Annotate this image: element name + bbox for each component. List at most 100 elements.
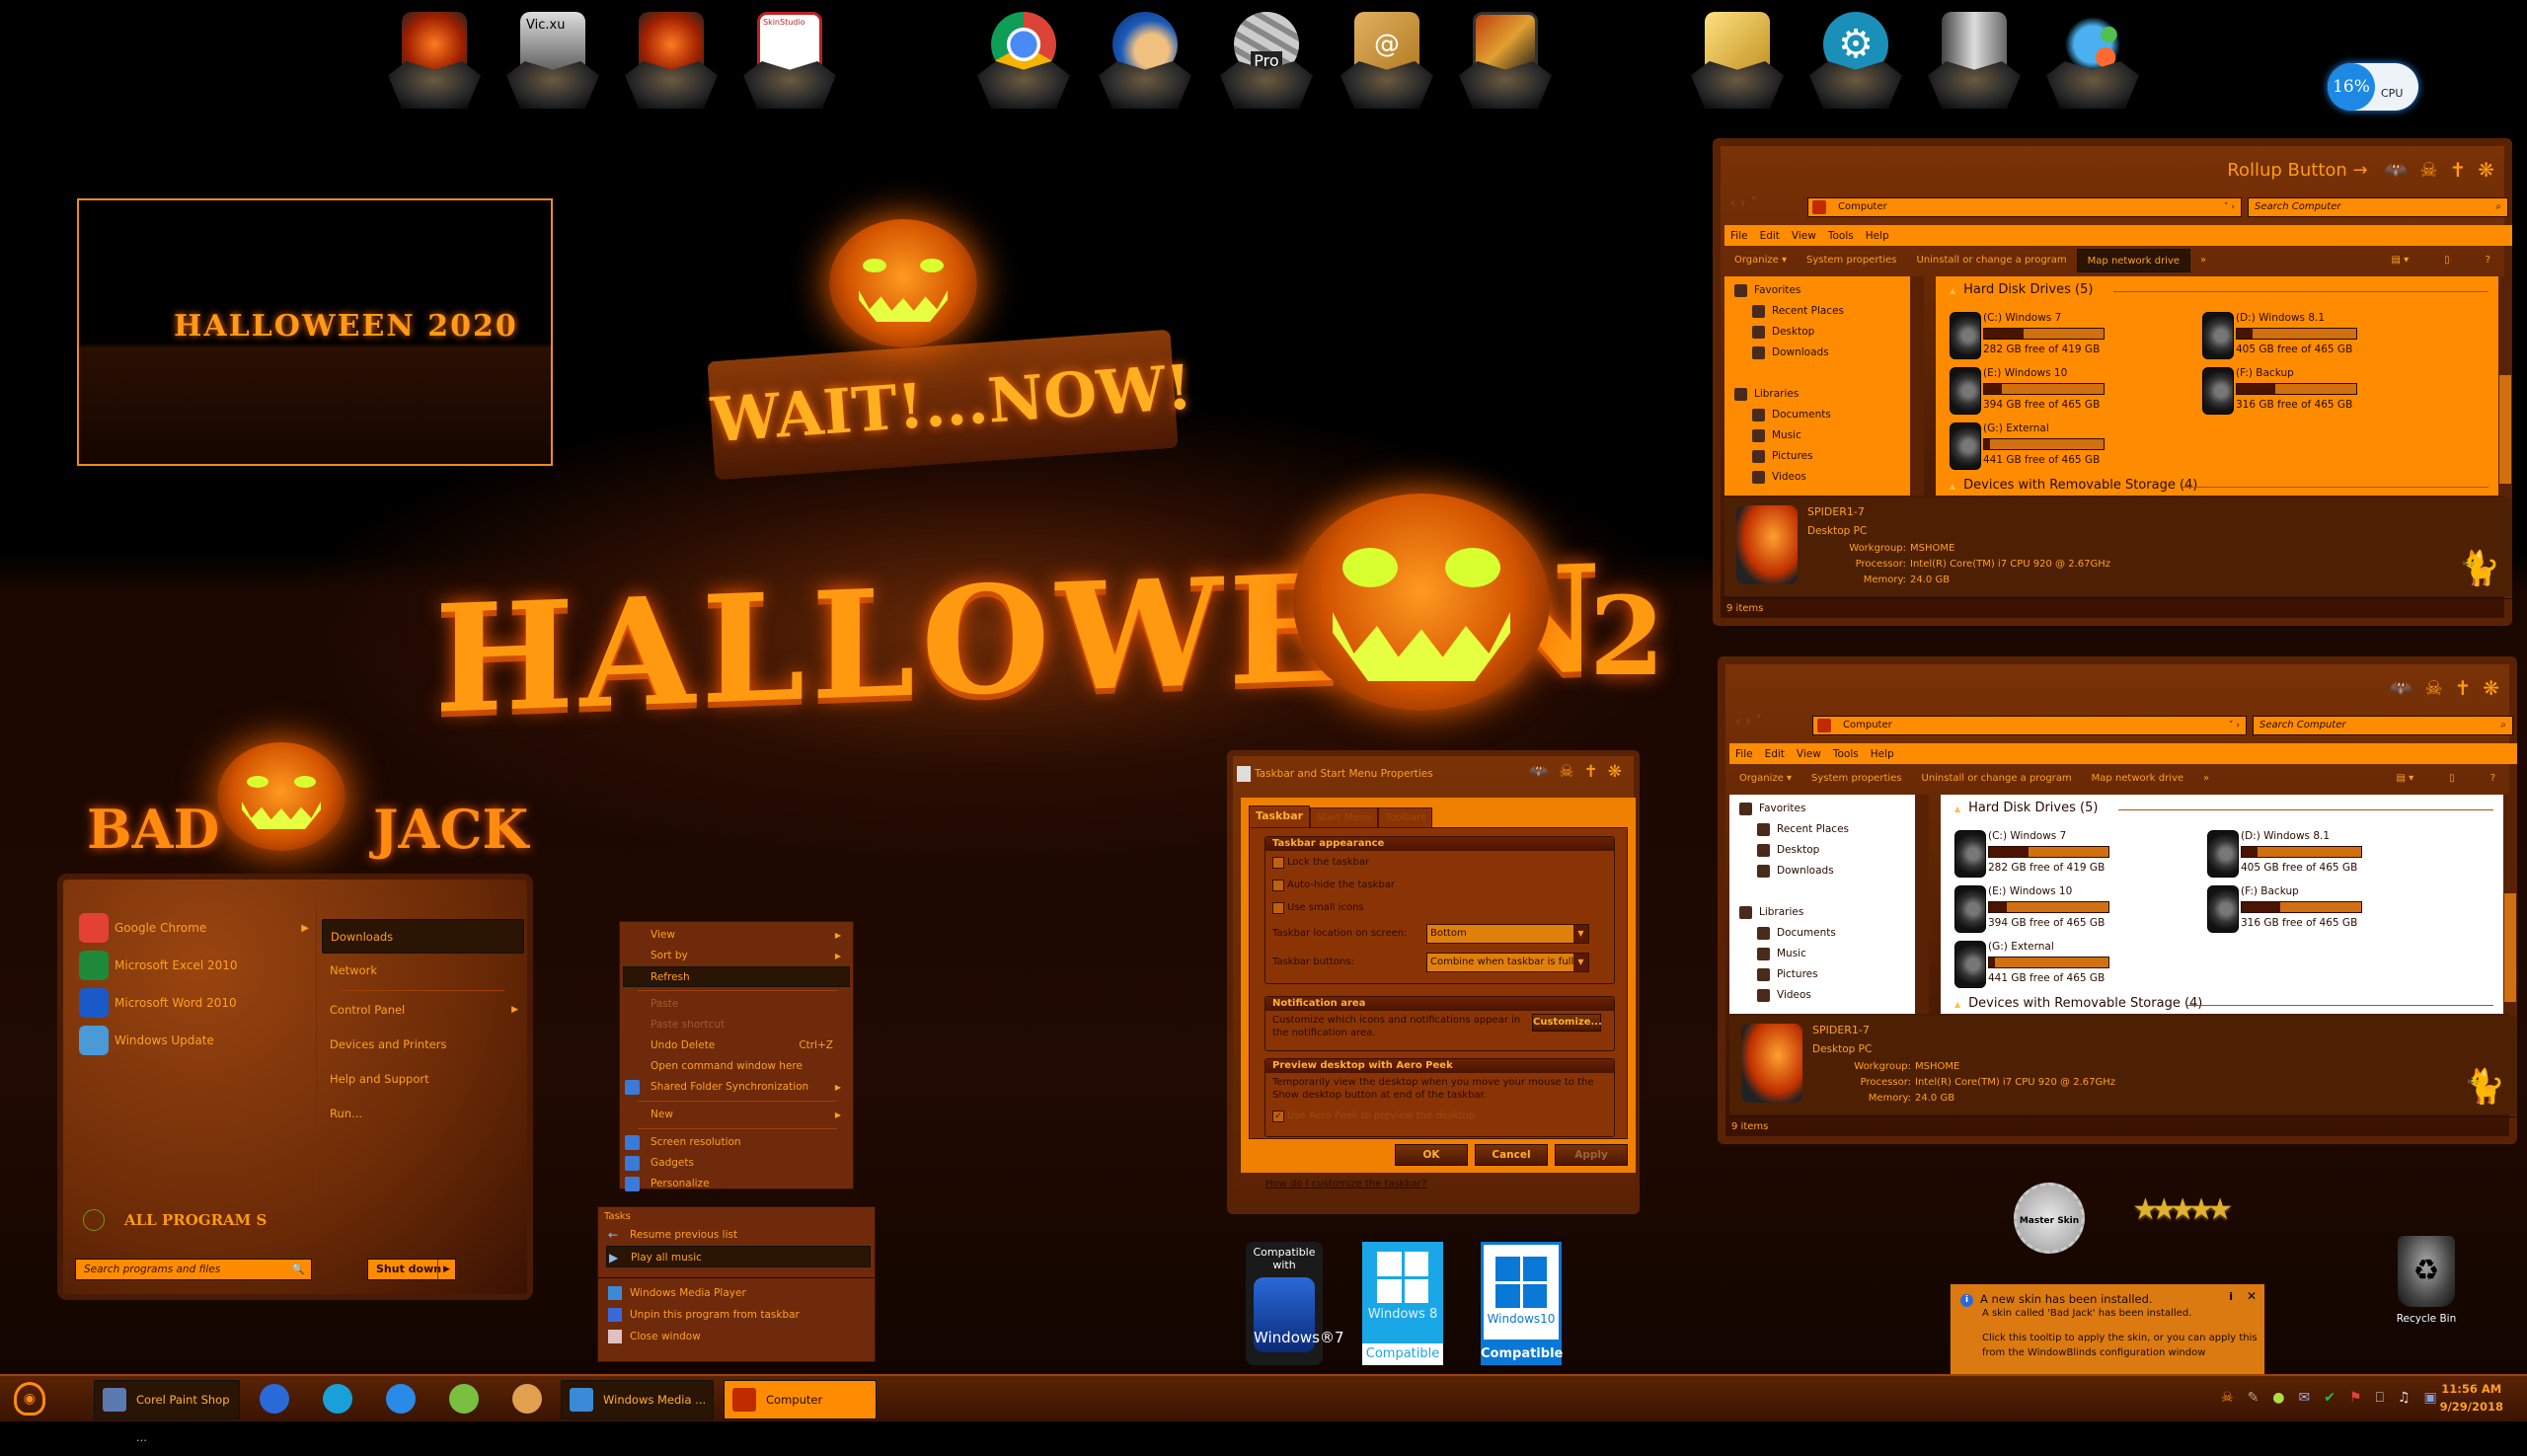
flags-tray-icon[interactable]: ⚑ [2349, 1390, 2362, 1406]
start-button[interactable]: ◉ [14, 1382, 45, 1416]
dock-skinstudio[interactable]: SkinStudio [735, 10, 844, 109]
nav-recent-places[interactable]: Recent Places [1724, 301, 1910, 322]
jump-task-item[interactable]: ← Resume previous list [598, 1224, 875, 1246]
scrollbar-thumb[interactable] [2499, 375, 2511, 484]
coffin-maximize-icon[interactable]: ✝ [2449, 158, 2466, 182]
nav-music[interactable]: Music [1724, 425, 1910, 446]
tab-start-menu[interactable]: Start Menu [1310, 807, 1379, 827]
address-dropdown-icon[interactable]: ˅ › [2224, 198, 2235, 216]
nav-pictures[interactable]: Pictures [1729, 964, 1915, 985]
menu-help[interactable]: Help [1860, 230, 1895, 242]
libraries[interactable]: Libraries [1724, 384, 1910, 405]
balloon-info-button[interactable]: i [2229, 1290, 2233, 1303]
skull-minimize-icon[interactable]: ☠ [2425, 676, 2443, 700]
internet-explorer-icon[interactable] [386, 1384, 416, 1414]
content-scrollbar[interactable] [2498, 276, 2512, 496]
scrollbar-thumb[interactable] [2504, 893, 2516, 1002]
jump-task-item[interactable]: ▶ Play all music [606, 1246, 871, 1267]
command-4[interactable]: » [2190, 249, 2216, 272]
hard-disk-section-header[interactable]: ▲ Hard Disk Drives (5) [1941, 795, 2503, 815]
command-2[interactable]: Uninstall or change a program [1912, 767, 2082, 791]
skull-minimize-icon[interactable]: ☠ [2420, 158, 2438, 182]
command-3[interactable]: Map network drive [2076, 248, 2191, 272]
nav-pictures[interactable]: Pictures [1724, 446, 1910, 467]
address-bar[interactable]: Computer ˅ › [1807, 197, 2242, 217]
drive-item[interactable]: (C:) Windows 7 282 GB free of 419 GB [1950, 312, 2186, 363]
dock-update-settings[interactable]: ⚙ [1801, 10, 1910, 109]
command-0[interactable]: Organize ▾ [1724, 249, 1797, 272]
aero-peek-checkbox[interactable]: ✓ Use Aero Peek to preview the desktop [1265, 1105, 1614, 1127]
drive-item[interactable]: (G:) External 441 GB free of 465 GB [1950, 422, 2186, 474]
balloon-close-button[interactable]: ✕ [2247, 1289, 2257, 1303]
shutdown-button[interactable]: Shut down ▶ [367, 1259, 456, 1280]
money-app-icon[interactable] [449, 1384, 479, 1414]
spider-close-icon[interactable]: ❋ [2483, 676, 2499, 700]
drive-item[interactable]: (F:) Backup 316 GB free of 465 GB [2202, 367, 2439, 419]
context-item-refresh[interactable]: Refresh [623, 966, 850, 987]
mail-tray-icon[interactable]: ✉ [2299, 1390, 2311, 1406]
dock-thunderbird[interactable] [1091, 10, 1199, 109]
recycle-bin[interactable]: ♻ Recycle Bin [2389, 1236, 2464, 1325]
start-place-devices-and-printers[interactable]: Devices and Printers [322, 1028, 524, 1062]
context-item-undo-delete[interactable]: Undo Delete Ctrl+Z [620, 1035, 853, 1056]
jump-action-item[interactable]: Windows Media Player [598, 1282, 875, 1304]
command-3[interactable]: Map network drive [2082, 767, 2193, 791]
change-view-icon[interactable]: ▤ ▾ [2382, 249, 2419, 272]
dock-chrome[interactable] [969, 10, 1078, 109]
help-icon[interactable]: ? [2481, 767, 2505, 791]
context-item-view[interactable]: View ▶ [620, 925, 853, 946]
taskbar-button-windows-media[interactable]: Windows Media ... [561, 1380, 714, 1419]
favorites[interactable]: Favorites [1724, 280, 1910, 301]
context-item-screen-resolution[interactable]: Screen resolution [620, 1132, 853, 1153]
drive-item[interactable]: (E:) Windows 10 394 GB free of 465 GB [1954, 885, 2191, 937]
nav-videos[interactable]: Videos [1729, 985, 1915, 1006]
removable-section-header[interactable]: ▲ Devices with Removable Storage (4) [1941, 990, 2503, 1011]
nav-videos[interactable]: Videos [1724, 467, 1910, 488]
location-select[interactable]: Bottom ▼ [1426, 923, 1589, 944]
dock-system-folder[interactable] [1683, 10, 1792, 109]
nav-documents[interactable]: Documents [1724, 405, 1910, 425]
nav-recent-places[interactable]: Recent Places [1729, 819, 1915, 840]
start-place-run[interactable]: Run... [322, 1097, 524, 1131]
favorites[interactable]: Favorites [1729, 799, 1915, 819]
dock-computer-tools[interactable] [617, 10, 726, 109]
menu-file[interactable]: File [1729, 748, 1759, 760]
skull-minimize-icon[interactable]: ☠ [1559, 762, 1573, 782]
nav-downloads[interactable]: Downloads [1724, 343, 1910, 363]
dock-display[interactable] [1451, 10, 1560, 109]
start-place-network[interactable]: Network [322, 954, 524, 988]
bat-rollup-icon[interactable]: 🦇 [2384, 158, 2409, 182]
lime-tray-icon[interactable]: ● [2272, 1390, 2284, 1406]
taskbar-buttons-select[interactable]: Combine when taskbar is full ▼ [1426, 952, 1589, 972]
drive-item[interactable]: (D:) Windows 8.1 405 GB free of 465 GB [2207, 830, 2444, 881]
back-forward-buttons[interactable]: ‹ › ˅ [1730, 195, 1757, 211]
dock-control-panel[interactable] [2038, 10, 2147, 109]
spider-close-icon[interactable]: ❋ [2478, 158, 2494, 182]
command-1[interactable]: System properties [1801, 767, 1912, 791]
menu-view[interactable]: View [1786, 230, 1822, 242]
jump-action-item[interactable]: Unpin this program from taskbar [598, 1304, 875, 1326]
removable-section-header[interactable]: ▲ Devices with Removable Storage (4) [1936, 472, 2498, 493]
drive-item[interactable]: (E:) Windows 10 394 GB free of 465 GB [1950, 367, 2186, 419]
command-1[interactable]: System properties [1797, 249, 1907, 272]
search-computer-input[interactable]: Search Computer ⌕ [2248, 197, 2508, 217]
coffin-maximize-icon[interactable]: ✝ [1584, 762, 1598, 782]
monitors-tray-icon[interactable]: ▣ [2424, 1390, 2437, 1406]
dock-google-earth[interactable]: Pro [1212, 10, 1321, 109]
autohide-taskbar-checkbox[interactable]: Auto-hide the taskbar [1265, 874, 1614, 896]
all-programs-button[interactable]: ALL PROGRAM S [83, 1209, 267, 1231]
drive-item[interactable]: (F:) Backup 316 GB free of 465 GB [2207, 885, 2444, 937]
skin-installed-balloon[interactable]: i A new skin has been installed. A skin … [1950, 1283, 2265, 1390]
taskbar-button-corel-paint-shop[interactable]: Corel Paint Shop ... [94, 1380, 240, 1444]
change-view-icon[interactable]: ▤ ▾ [2387, 767, 2424, 791]
apply-button[interactable]: Apply [1555, 1144, 1628, 1166]
start-place-control-panel[interactable]: Control Panel ▶ [322, 993, 524, 1028]
taskbar-button-computer[interactable]: Computer [724, 1380, 877, 1419]
search-computer-input[interactable]: Search Computer ⌕ [2253, 716, 2513, 735]
address-bar[interactable]: Computer ˅ › [1812, 716, 2247, 735]
help-link[interactable]: How do I customize the taskbar? [1265, 1179, 1427, 1189]
context-item-sort-by[interactable]: Sort by ▶ [620, 946, 853, 966]
menu-tools[interactable]: Tools [1822, 230, 1860, 242]
coffin-maximize-icon[interactable]: ✝ [2454, 676, 2471, 700]
content-scrollbar[interactable] [2503, 795, 2517, 1014]
